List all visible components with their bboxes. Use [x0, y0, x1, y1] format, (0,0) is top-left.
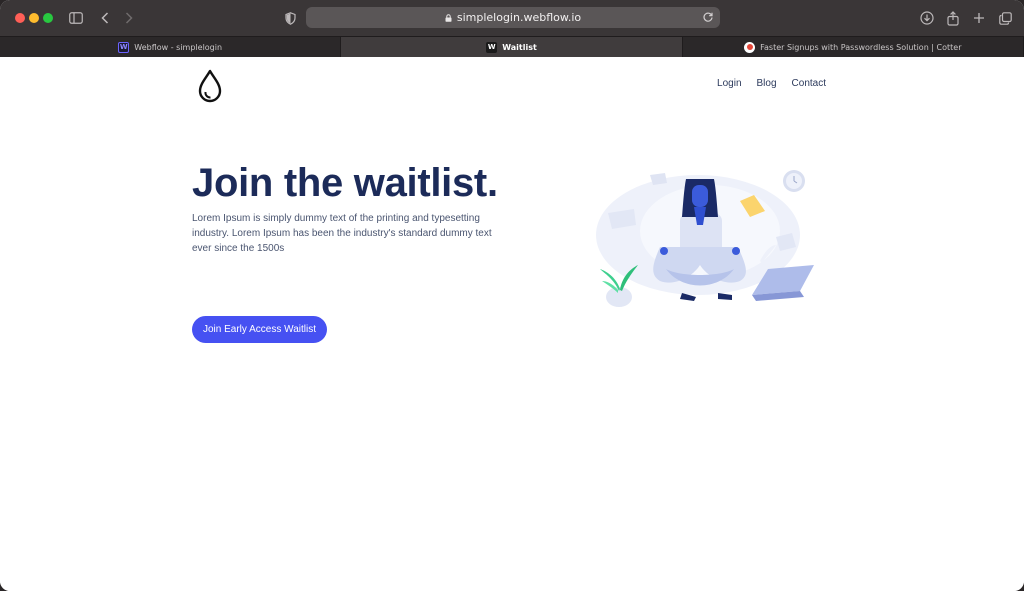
minimize-window-button[interactable]	[29, 13, 39, 23]
url-text: simplelogin.webflow.io	[456, 11, 582, 24]
top-nav: Login Blog Contact	[717, 78, 826, 89]
tab-bar: W Webflow - simplelogin W Waitlist Faste…	[0, 36, 1024, 57]
sidebar-toggle-icon[interactable]	[67, 9, 85, 27]
cotter-favicon-icon	[744, 41, 756, 53]
nav-login-link[interactable]: Login	[717, 78, 741, 89]
lock-icon	[445, 13, 452, 22]
address-bar[interactable]: simplelogin.webflow.io	[306, 7, 720, 28]
tab-waitlist[interactable]: W Waitlist	[341, 37, 683, 57]
tab-webflow-simplelogin[interactable]: W Webflow - simplelogin	[0, 37, 342, 57]
meditating-person-illustration	[596, 170, 814, 307]
share-icon[interactable]	[944, 9, 962, 27]
tab-label: Faster Signups with Passwordless Solutio…	[760, 42, 962, 52]
forward-icon[interactable]	[120, 9, 138, 27]
tab-label: Webflow - simplelogin	[134, 42, 223, 52]
zoom-window-button[interactable]	[43, 13, 53, 23]
back-icon[interactable]	[96, 9, 114, 27]
new-tab-icon[interactable]	[970, 9, 988, 27]
shield-icon[interactable]	[281, 9, 299, 27]
downloads-icon[interactable]	[918, 9, 936, 27]
reload-icon[interactable]	[702, 11, 714, 23]
close-window-button[interactable]	[15, 13, 25, 23]
hero-description: Lorem Ipsum is simply dummy text of the …	[192, 213, 492, 254]
webflow-favicon-icon: W	[486, 41, 498, 53]
browser-toolbar: simplelogin.webflow.io	[0, 0, 1024, 36]
tab-cotter[interactable]: Faster Signups with Passwordless Solutio…	[683, 37, 1024, 57]
webflow-favicon-icon: W	[118, 41, 130, 53]
nav-blog-link[interactable]: Blog	[757, 78, 777, 89]
web-page: Login Blog Contact Join the waitlist. Lo…	[0, 57, 1024, 591]
nav-contact-link[interactable]: Contact	[792, 78, 826, 89]
drop-logo-icon[interactable]	[196, 69, 224, 105]
tab-overview-icon[interactable]	[996, 9, 1014, 27]
join-waitlist-button[interactable]: Join Early Access Waitlist	[192, 316, 327, 343]
hero-title: Join the waitlist.	[192, 161, 498, 205]
tab-label: Waitlist	[502, 42, 537, 52]
browser-window: simplelogin.webflow.io W Webflow - simpl…	[0, 0, 1024, 591]
